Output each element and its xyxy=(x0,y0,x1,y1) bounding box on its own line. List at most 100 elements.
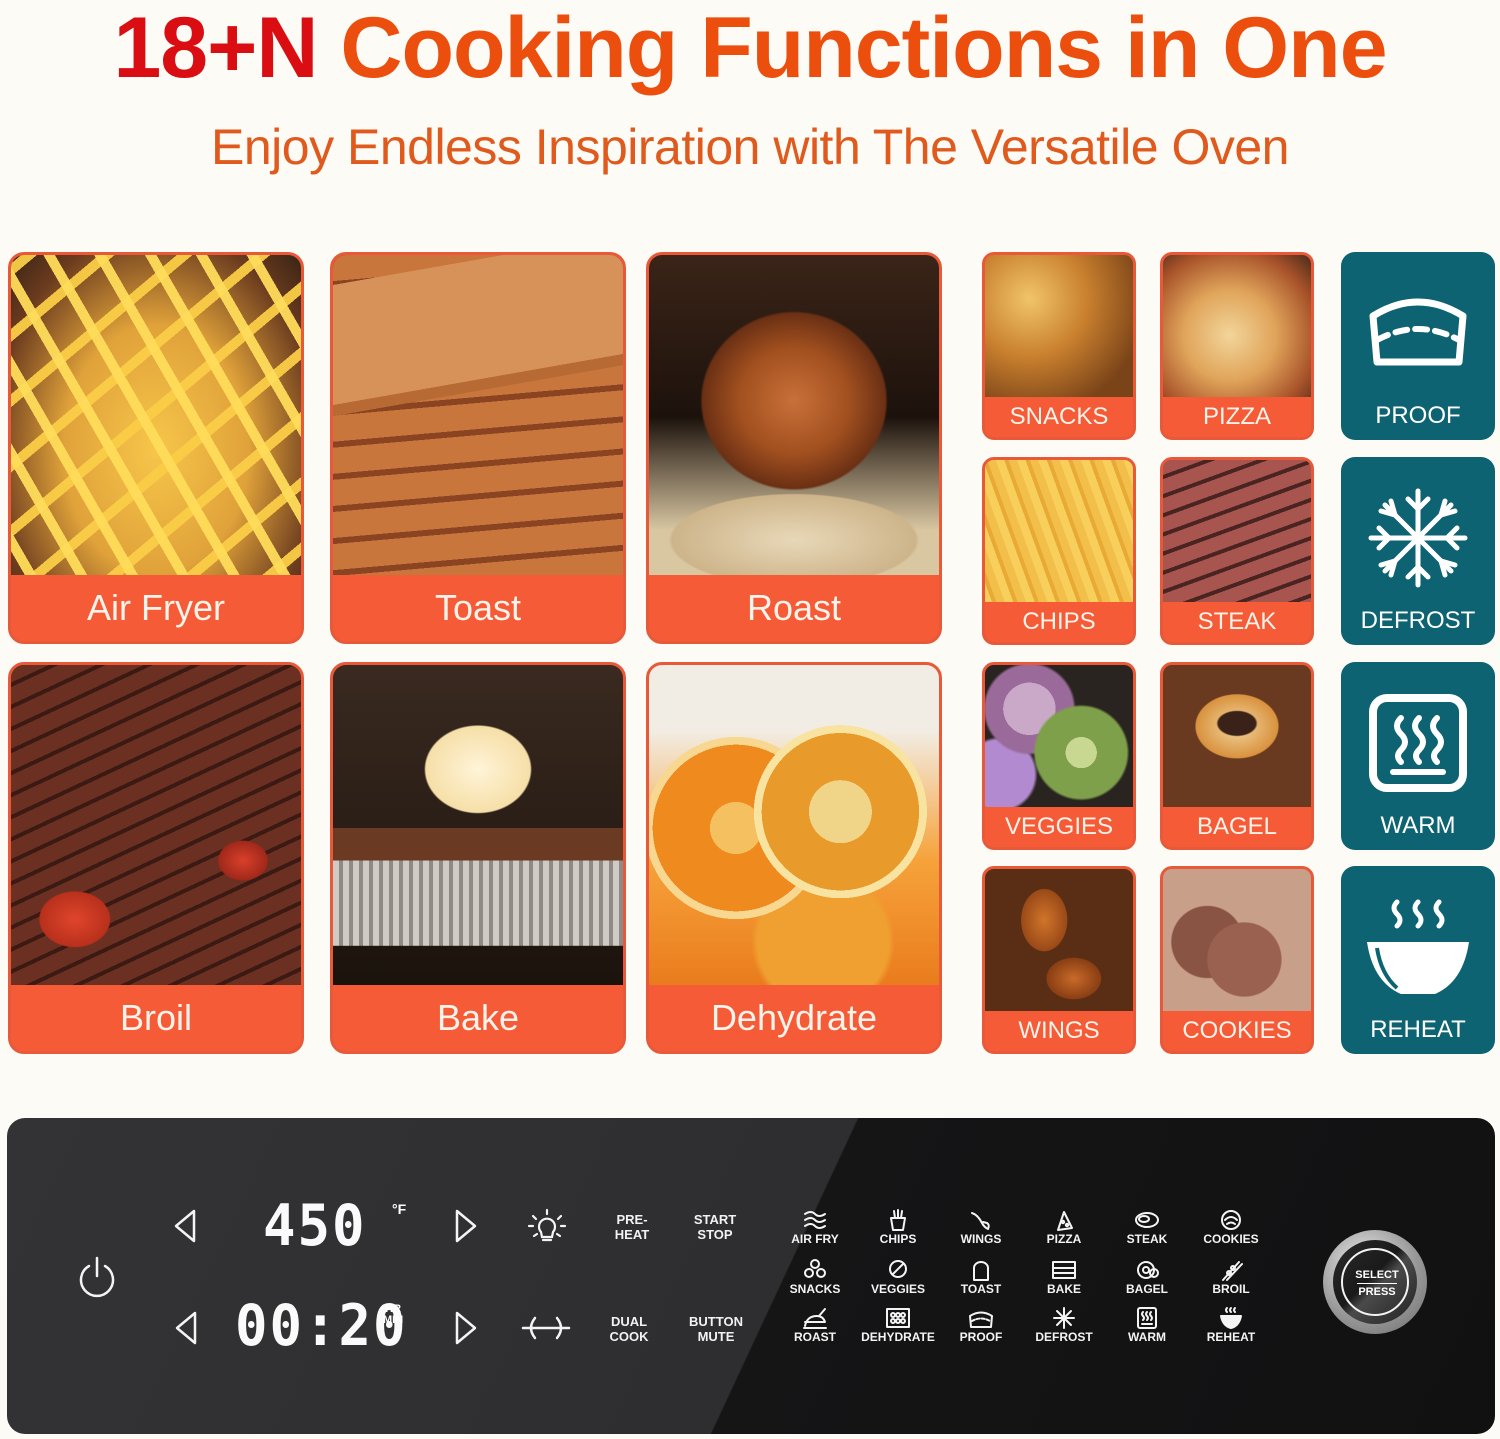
toast-icon xyxy=(973,1261,989,1281)
function-button-steak[interactable]: STEAK xyxy=(1109,1208,1185,1254)
function-label: COOKIES xyxy=(1203,1232,1259,1246)
function-card-snacks: SNACKS xyxy=(982,252,1136,440)
button-mute-label-line2: MUTE xyxy=(697,1329,735,1344)
function-button-cookies[interactable]: COOKIES xyxy=(1193,1208,1269,1254)
steaming-bowl-icon xyxy=(1367,899,1469,994)
knob-divider xyxy=(1357,1283,1397,1284)
knob-press-label: PRESS xyxy=(1358,1286,1396,1298)
control-panel: 450 °F 00:20 HR MIN PRE- HEAT START STOP… xyxy=(7,1118,1495,1434)
function-button-bake[interactable]: BAKE xyxy=(1026,1258,1102,1304)
function-label: STEAK xyxy=(1126,1232,1168,1246)
fried-chicken-photo xyxy=(985,255,1133,401)
power-button[interactable] xyxy=(77,1256,117,1298)
function-button-reheat[interactable]: REHEAT xyxy=(1193,1306,1269,1352)
function-card-cookies: COOKIES xyxy=(1160,866,1314,1054)
function-card-reheat: REHEAT xyxy=(1341,866,1495,1054)
button-mute-button[interactable]: BUTTON MUTE xyxy=(681,1314,751,1344)
defrost-icon xyxy=(1053,1307,1075,1329)
card-label: PROOF xyxy=(1375,402,1461,429)
temp-increase-button[interactable] xyxy=(453,1208,479,1244)
card-label: PIZZA xyxy=(1163,397,1311,437)
function-button-defrost[interactable]: DEFROST xyxy=(1026,1306,1102,1352)
function-button-air-fry[interactable]: AIR FRY xyxy=(777,1208,853,1254)
function-card-steak: STEAK xyxy=(1160,457,1314,645)
function-card-chips: CHIPS xyxy=(982,457,1136,645)
function-card-warm: WARM xyxy=(1341,662,1495,850)
card-label: VEGGIES xyxy=(985,807,1133,847)
veggies-icon xyxy=(889,1260,907,1278)
function-label: DEFROST xyxy=(1035,1330,1093,1344)
headline-accent: 18+N xyxy=(113,0,318,96)
steak-icon xyxy=(1135,1212,1159,1228)
function-button-toast[interactable]: TOAST xyxy=(943,1258,1019,1304)
cabbage-photo xyxy=(985,665,1133,811)
function-label: WINGS xyxy=(960,1232,1002,1246)
wings-icon xyxy=(971,1212,990,1230)
cupcake-photo xyxy=(333,665,623,991)
chips-photo xyxy=(985,460,1133,606)
function-button-pizza[interactable]: PIZZA xyxy=(1026,1208,1102,1254)
preheat-button[interactable]: PRE- HEAT xyxy=(597,1212,667,1242)
warm-icon xyxy=(1137,1307,1157,1329)
function-button-snacks[interactable]: SNACKS xyxy=(777,1258,853,1304)
dual-cook-button[interactable]: DUAL COOK xyxy=(594,1314,664,1344)
reheat-icon xyxy=(1220,1307,1242,1329)
pizza-slice-photo xyxy=(1163,255,1311,401)
function-card-bake: Bake xyxy=(330,662,626,1054)
function-label: BAKE xyxy=(1046,1282,1081,1296)
function-button-bagel[interactable]: BAGEL xyxy=(1109,1258,1185,1304)
card-label: Dehydrate xyxy=(649,985,939,1051)
function-button-chips[interactable]: CHIPS xyxy=(860,1208,936,1254)
card-label: CHIPS xyxy=(985,602,1133,642)
function-card-broil: Broil xyxy=(8,662,304,1054)
dehydrate-icon xyxy=(886,1308,910,1328)
time-increase-button[interactable] xyxy=(453,1310,479,1346)
function-card-veggies: VEGGIES xyxy=(982,662,1136,850)
function-card-defrost: DEFROST xyxy=(1341,457,1495,645)
card-label: DEFROST xyxy=(1360,607,1476,634)
chocolate-cookies-photo xyxy=(1163,869,1311,1015)
function-label: WARM xyxy=(1128,1330,1166,1344)
function-button-veggies[interactable]: VEGGIES xyxy=(860,1258,936,1304)
function-button-warm[interactable]: WARM xyxy=(1109,1306,1185,1352)
dual-cook-label-line2: COOK xyxy=(609,1329,649,1344)
function-card-toast: Toast xyxy=(330,252,626,644)
function-label: CHIPS xyxy=(879,1232,917,1246)
subheadline: Enjoy Endless Inspiration with The Versa… xyxy=(211,119,1289,175)
function-label: REHEAT xyxy=(1206,1330,1256,1344)
temperature-display: 450 xyxy=(263,1192,367,1259)
snacks-icon xyxy=(804,1259,826,1278)
proof-icon xyxy=(969,1311,993,1328)
temp-decrease-button[interactable] xyxy=(172,1208,198,1244)
card-label: STEAK xyxy=(1163,602,1311,642)
function-card-air-fryer: Air Fryer xyxy=(8,252,304,644)
function-label: PIZZA xyxy=(1046,1232,1082,1246)
start-stop-button[interactable]: START STOP xyxy=(680,1212,750,1242)
start-stop-label-line1: START xyxy=(693,1212,737,1227)
chicken-wings-photo xyxy=(985,869,1133,1015)
snowflake-icon xyxy=(1368,488,1468,588)
chips-icon xyxy=(890,1209,906,1231)
pizza-icon xyxy=(1057,1211,1073,1231)
air-fry-icon xyxy=(804,1211,826,1229)
function-button-roast[interactable]: ROAST xyxy=(777,1306,853,1352)
function-card-bagel: BAGEL xyxy=(1160,662,1314,850)
time-decrease-button[interactable] xyxy=(173,1310,199,1346)
rotisserie-button[interactable] xyxy=(521,1314,571,1342)
function-button-dehydrate[interactable]: DEHYDRATE xyxy=(860,1306,936,1352)
function-card-dehydrate: Dehydrate xyxy=(646,662,942,1054)
light-button[interactable] xyxy=(527,1208,567,1248)
headline-main: Cooking Functions in One xyxy=(340,0,1387,96)
sliced-steak-photo xyxy=(1163,460,1311,606)
bake-icon xyxy=(1052,1261,1076,1279)
proof-bread-icon xyxy=(1369,298,1467,366)
function-button-wings[interactable]: WINGS xyxy=(943,1208,1019,1254)
function-button-proof[interactable]: PROOF xyxy=(943,1306,1019,1352)
function-button-broil[interactable]: BROIL xyxy=(1193,1258,1269,1304)
temperature-unit: °F xyxy=(392,1201,407,1217)
function-label: BAGEL xyxy=(1126,1282,1168,1296)
broil-icon xyxy=(1222,1261,1243,1281)
roast-chicken-photo xyxy=(649,255,939,579)
select-press-knob[interactable]: SELECT PRESS xyxy=(1323,1230,1427,1334)
start-stop-label-line2: STOP xyxy=(697,1227,733,1242)
